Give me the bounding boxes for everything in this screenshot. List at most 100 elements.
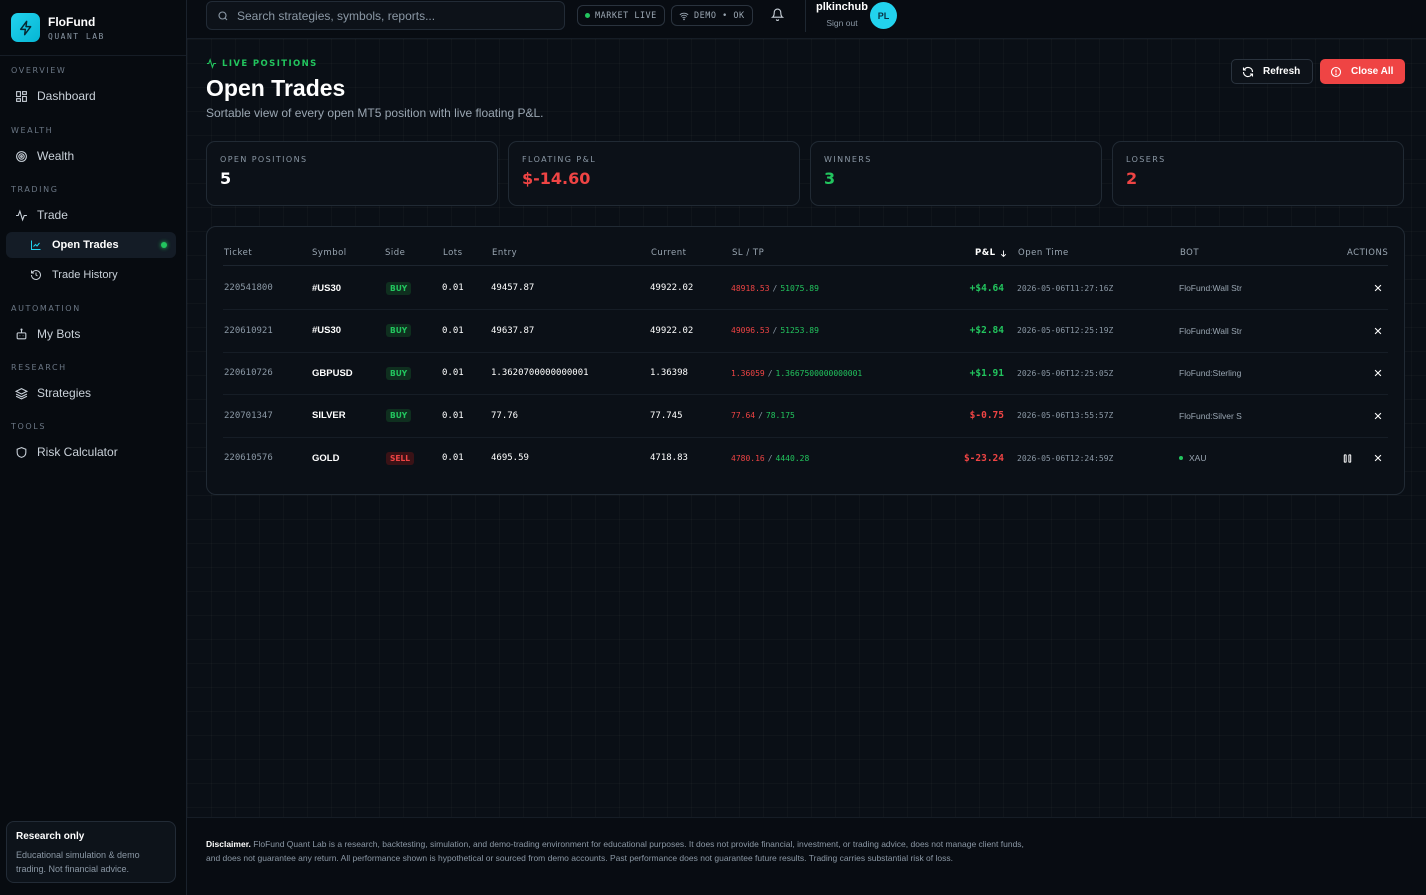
sign-out-link[interactable]: Sign out (816, 18, 868, 28)
cell-lots: 0.01 (442, 368, 464, 379)
cell-open-time: 2026-05-06T12:24:59Z (1017, 453, 1114, 463)
stop-loss-value: 77.64 (731, 411, 756, 421)
column-header-side[interactable]: Side (385, 248, 405, 258)
sidebar-item-my-bots[interactable]: My Bots (0, 321, 187, 347)
cell-open-time: 2026-05-06T11:27:16Z (1017, 283, 1114, 293)
column-header-bot[interactable]: BOT (1180, 248, 1199, 258)
sidebar-item-open-trades[interactable]: Open Trades (6, 232, 176, 258)
cell-current: 49922.02 (650, 325, 694, 336)
column-header-pnl[interactable]: P&L (975, 248, 1008, 258)
page-title: Open Trades (206, 75, 346, 101)
close-all-button[interactable]: Close All (1320, 59, 1405, 84)
shield-icon (16, 446, 27, 458)
cell-bot: FloFund:Wall Str (1179, 310, 1242, 352)
column-header-open-time[interactable]: Open Time (1018, 248, 1069, 258)
sltp-separator: / (767, 368, 773, 378)
table-row[interactable]: 220610576 GOLD SELL 0.01 4695.59 4718.83… (223, 437, 1388, 480)
brand-name: FloFund (48, 14, 96, 29)
stat-losers: LOSERS 2 (1112, 141, 1404, 206)
column-header-symbol[interactable]: Symbol (312, 248, 347, 258)
layers-icon (15, 387, 28, 400)
cell-actions (1323, 310, 1388, 352)
cell-lots: 0.01 (442, 325, 464, 336)
sidebar-item-label: Risk Calculator (37, 445, 118, 459)
cell-lots: 0.01 (442, 283, 464, 293)
take-profit-value: 1.3667500000000001 (775, 368, 863, 378)
cell-current: 1.36398 (650, 368, 688, 379)
cell-side: BUY (386, 395, 412, 437)
close-icon[interactable] (1373, 326, 1383, 336)
cell-symbol: #US30 (312, 282, 342, 294)
history-icon (31, 270, 41, 280)
table-row[interactable]: 220610921 #US30 BUY 0.01 49637.87 49922.… (223, 310, 1388, 353)
stop-loss-value: 4780.16 (731, 453, 765, 463)
sidebar-item-label: My Bots (37, 327, 81, 341)
sidebar-item-label: Dashboard (37, 89, 96, 103)
sidebar-item-risk-calculator[interactable]: Risk Calculator (0, 439, 187, 465)
table-row[interactable]: 220541800 #US30 BUY 0.01 49457.87 49922.… (223, 267, 1388, 310)
market-status-text: MARKET LIVE (595, 10, 657, 21)
brand[interactable]: FloFund QUANT LAB (0, 0, 186, 56)
cell-symbol: GOLD (312, 452, 340, 464)
cell-side: BUY (386, 267, 412, 309)
cell-bot: FloFund:Wall Str (1179, 267, 1242, 309)
table-row[interactable]: 220701347 SILVER BUY 0.01 77.76 77.745 7… (223, 395, 1388, 438)
pause-icon[interactable] (1342, 453, 1353, 464)
cell-pnl: +$4.64 (969, 282, 1004, 294)
cell-ticket: 220610576 (224, 453, 273, 464)
close-icon[interactable] (1373, 411, 1383, 421)
column-header-lots[interactable]: Lots (443, 248, 463, 258)
side-badge: BUY (386, 409, 412, 423)
notifications-bell-icon[interactable] (770, 8, 785, 24)
activity-icon (206, 58, 217, 69)
cell-entry: 4695.59 (491, 453, 529, 464)
close-icon[interactable] (1373, 368, 1383, 378)
sidebar-item-wealth[interactable]: Wealth (0, 143, 187, 169)
sidebar-item-strategies[interactable]: Strategies (0, 380, 187, 406)
stat-value: $-14.60 (522, 169, 591, 188)
cell-sltp: 1.36059/1.3667500000000001 (731, 352, 862, 394)
bot-status-dot (1179, 456, 1183, 461)
table-row[interactable]: 220610726 GBPUSD BUY 0.01 1.362070000000… (223, 352, 1388, 396)
column-header-current[interactable]: Current (651, 248, 686, 258)
search-icon (218, 10, 228, 20)
cell-sltp: 4780.16/4440.28 (731, 437, 809, 479)
column-header-sltp[interactable]: SL / TP (732, 248, 764, 258)
close-icon[interactable] (1373, 283, 1383, 293)
stat-winners: WINNERS 3 (810, 141, 1102, 206)
bot-name: FloFund:Silver S (1179, 410, 1242, 421)
sidebar-item-trade-history[interactable]: Trade History (6, 262, 176, 288)
lightning-icon (11, 13, 40, 42)
take-profit-value: 4440.28 (775, 453, 810, 463)
arrow-down-icon (1000, 250, 1006, 257)
search-box[interactable] (206, 1, 565, 30)
column-header-entry[interactable]: Entry (492, 248, 517, 258)
nav-section-automation: AUTOMATION (11, 304, 81, 313)
cell-sltp: 77.64/78.175 (731, 395, 795, 437)
cell-lots: 0.01 (442, 410, 464, 421)
line-chart-icon (31, 240, 41, 250)
cell-pnl: +$1.91 (969, 367, 1004, 379)
open-trades-table: Ticket Symbol Side Lots Entry Current SL… (206, 226, 1405, 495)
status-dot (585, 13, 590, 18)
sidebar-item-label: Open Trades (52, 239, 119, 251)
cell-open-time: 2026-05-06T13:55:57Z (1017, 411, 1114, 421)
search-input[interactable] (237, 8, 547, 23)
pnl-header-label: P&L (975, 248, 996, 258)
refresh-button[interactable]: Refresh (1231, 59, 1313, 84)
sidebar-item-trade[interactable]: Trade (0, 202, 187, 228)
nav-section-overview: OVERVIEW (11, 66, 67, 75)
nav-section-trading: TRADING (11, 185, 59, 194)
cell-ticket: 220701347 (224, 410, 273, 421)
sidebar-item-dashboard[interactable]: Dashboard (0, 83, 187, 109)
cell-side: BUY (386, 352, 412, 394)
close-icon[interactable] (1373, 453, 1383, 463)
cell-symbol: SILVER (312, 410, 346, 422)
cell-entry: 77.76 (491, 410, 519, 421)
table-header: Ticket Symbol Side Lots Entry Current SL… (223, 244, 1388, 266)
avatar[interactable]: PL (870, 2, 897, 29)
disclaimer: Disclaimer. FloFund Quant Lab is a resea… (206, 837, 1026, 865)
market-status-pill: MARKET LIVE (577, 5, 665, 26)
cell-actions (1323, 352, 1388, 394)
column-header-ticket[interactable]: Ticket (224, 248, 252, 258)
